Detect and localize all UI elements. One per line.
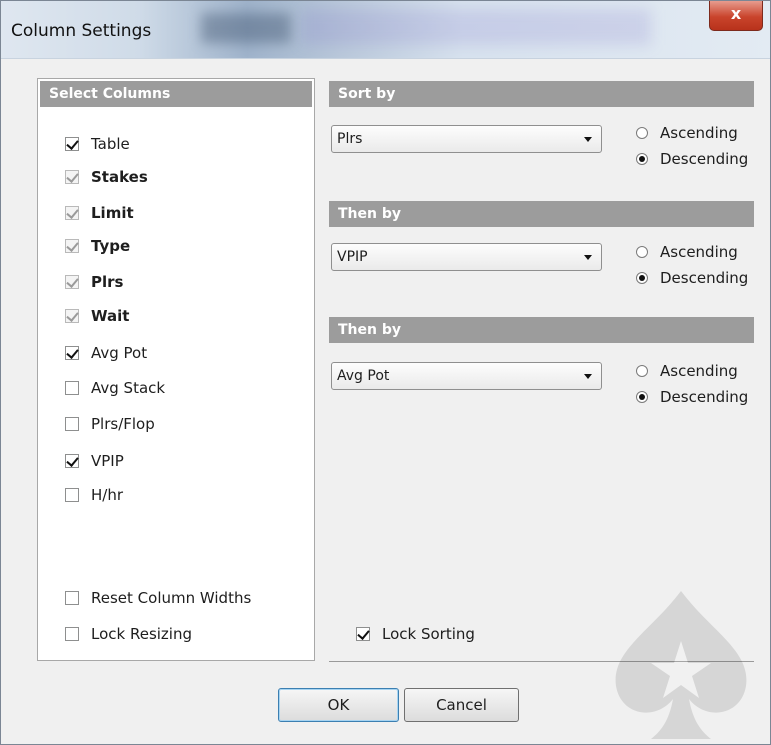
radio-button[interactable] (636, 153, 648, 165)
radio-button[interactable] (636, 246, 648, 258)
then-by-header-1: Then by (329, 201, 754, 227)
sort-by-dropdown[interactable]: Plrs (331, 125, 602, 153)
checkbox-label: Avg Stack (91, 379, 166, 397)
column-checkbox-table[interactable]: Table (65, 133, 130, 155)
select-columns-header: Select Columns (40, 81, 312, 107)
radio-label: Ascending (660, 124, 738, 142)
column-checkbox-vpip[interactable]: VPIP (65, 450, 124, 472)
title-bar[interactable]: Column Settings x (1, 1, 770, 59)
column-checkbox-plrs[interactable]: Plrs (65, 271, 123, 293)
checkbox[interactable] (65, 488, 79, 502)
window-title: Column Settings (11, 21, 152, 41)
checkbox[interactable] (65, 206, 79, 220)
sort-by-descending-radio[interactable]: Descending (636, 148, 748, 170)
radio-button[interactable] (636, 391, 648, 403)
chevron-down-icon (584, 373, 592, 379)
close-button[interactable]: x (709, 1, 763, 31)
column-checkbox-stakes[interactable]: Stakes (65, 166, 148, 188)
checkbox-label: Lock Resizing (91, 625, 193, 643)
then-by-dropdown-2[interactable]: Avg Pot (331, 362, 602, 390)
title-bar-blur (301, 9, 651, 45)
checkbox[interactable] (65, 627, 79, 641)
then-by-dropdown-1[interactable]: VPIP (331, 243, 602, 271)
column-checkbox-type[interactable]: Type (65, 235, 130, 257)
then-by-1-ascending-radio[interactable]: Ascending (636, 241, 738, 263)
checkbox[interactable] (65, 239, 79, 253)
then-by-header-2: Then by (329, 317, 754, 343)
checkbox-label: Stakes (91, 168, 148, 186)
dropdown-value: VPIP (337, 249, 368, 265)
radio-label: Ascending (660, 362, 738, 380)
checkbox-label: Plrs (91, 273, 124, 291)
column-checkbox-plrs-flop[interactable]: Plrs/Flop (65, 413, 155, 435)
checkbox[interactable] (65, 454, 79, 468)
radio-label: Ascending (660, 243, 738, 261)
radio-label: Descending (660, 388, 749, 406)
column-settings-dialog: Column Settings x Select Columns Table S… (0, 0, 771, 745)
column-checkbox-avg-pot[interactable]: Avg Pot (65, 342, 147, 364)
column-checkbox-wait[interactable]: Wait (65, 305, 129, 327)
then-by-2-descending-radio[interactable]: Descending (636, 386, 748, 408)
select-columns-panel: Select Columns Table Stakes Limit Type P… (37, 78, 315, 661)
ok-button[interactable]: OK (278, 688, 399, 722)
column-checkbox-avg-stack[interactable]: Avg Stack (65, 377, 165, 399)
checkbox-label: VPIP (91, 452, 124, 470)
checkbox[interactable] (65, 170, 79, 184)
then-by-2-ascending-radio[interactable]: Ascending (636, 360, 738, 382)
title-bar-blur (201, 13, 291, 43)
reset-column-widths-checkbox[interactable]: Reset Column Widths (65, 587, 251, 609)
lock-sorting-checkbox[interactable]: Lock Sorting (356, 623, 475, 645)
checkbox[interactable] (356, 627, 370, 641)
radio-button[interactable] (636, 127, 648, 139)
radio-button[interactable] (636, 272, 648, 284)
chevron-down-icon (584, 136, 592, 142)
checkbox[interactable] (65, 381, 79, 395)
column-checkbox-limit[interactable]: Limit (65, 202, 134, 224)
checkbox-label: Reset Column Widths (91, 589, 252, 607)
checkbox-label: Wait (91, 307, 130, 325)
then-by-1-descending-radio[interactable]: Descending (636, 267, 748, 289)
close-icon: x (730, 4, 742, 23)
checkbox-label: Avg Pot (91, 344, 148, 362)
checkbox[interactable] (65, 309, 79, 323)
column-checkbox-h-hr[interactable]: H/hr (65, 484, 123, 506)
chevron-down-icon (584, 254, 592, 260)
checkbox-label: Table (91, 135, 130, 153)
poker-spade-star-logo-icon (615, 591, 747, 739)
checkbox[interactable] (65, 417, 79, 431)
checkbox[interactable] (65, 346, 79, 360)
checkbox[interactable] (65, 137, 79, 151)
radio-button[interactable] (636, 365, 648, 377)
dropdown-value: Avg Pot (337, 368, 390, 384)
radio-label: Descending (660, 150, 749, 168)
checkbox-label: Limit (91, 204, 134, 222)
cancel-button[interactable]: Cancel (404, 688, 519, 722)
radio-label: Descending (660, 269, 749, 287)
dropdown-value: Plrs (337, 131, 363, 147)
lock-resizing-checkbox[interactable]: Lock Resizing (65, 623, 192, 645)
checkbox-label: Lock Sorting (382, 625, 475, 643)
checkbox-label: H/hr (91, 486, 124, 504)
checkbox[interactable] (65, 275, 79, 289)
checkbox[interactable] (65, 591, 79, 605)
sort-by-ascending-radio[interactable]: Ascending (636, 122, 738, 144)
checkbox-label: Type (91, 237, 131, 255)
sort-by-header: Sort by (329, 81, 754, 107)
checkbox-label: Plrs/Flop (91, 415, 155, 433)
